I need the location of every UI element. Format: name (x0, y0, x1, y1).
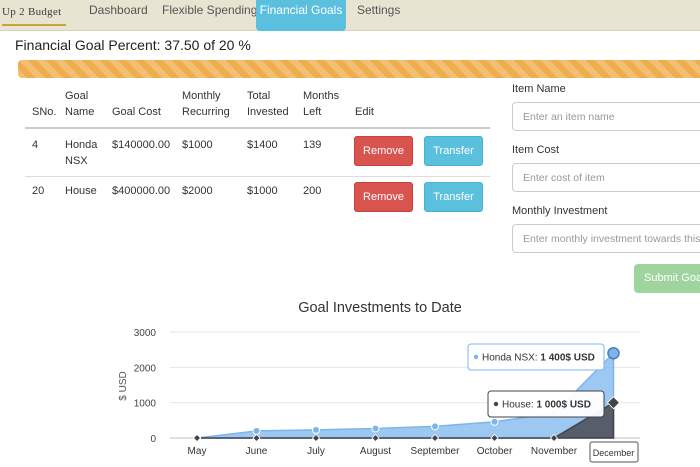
monthly-investment-label: Monthly Investment (512, 205, 608, 217)
chart-title: Goal Investments to Date (298, 300, 462, 316)
y-tick-label: 2000 (134, 363, 157, 374)
item-cost-input[interactable] (512, 163, 700, 192)
cell-monthly-recurring: $2000 (182, 185, 213, 197)
header-edit: Edit (355, 106, 374, 118)
x-tick-label: November (531, 446, 578, 457)
tooltip-series-name: Honda NSX: (482, 353, 540, 364)
table-header-divider (25, 127, 490, 129)
tooltip-series-value: 1 400$ USD (540, 353, 594, 364)
honda-data-point (312, 425, 320, 434)
goal-percent-heading: Financial Goal Percent: 37.50 of 20 % (15, 37, 251, 53)
item-name-input[interactable] (512, 102, 700, 131)
goal-progress-bar (18, 60, 700, 78)
cell-sno: 4 (32, 139, 39, 151)
tab-flexible-spendings[interactable]: Flexible Spendings (162, 0, 263, 31)
tooltip-series-name: House: (502, 400, 536, 411)
x-tick-label: July (307, 446, 325, 457)
honda-data-point (431, 422, 439, 431)
y-tick-label: 1000 (134, 399, 157, 410)
tooltip-series-dot (493, 401, 499, 407)
cell-goal-name: House (65, 185, 97, 197)
chart-tooltip-text: Honda NSX: 1 400$ USD (482, 353, 595, 364)
top-navbar: Up 2 Budget Dashboard Flexible Spendings… (0, 0, 700, 31)
header-total-invested: Total Invested (247, 90, 289, 118)
header-months-left: Months Left (303, 90, 340, 118)
item-name-label: Item Name (512, 83, 566, 95)
submit-goal-button[interactable]: Submit Goal (634, 264, 700, 293)
monthly-investment-input[interactable] (512, 224, 700, 253)
honda-data-point (607, 346, 620, 360)
tab-dashboard[interactable]: Dashboard (89, 0, 148, 31)
y-tick-label: 0 (150, 434, 156, 445)
tooltip-series-dot (473, 354, 479, 360)
x-tick-label: September (411, 446, 461, 457)
cell-total-invested: $1400 (247, 139, 278, 151)
cell-goal-name: Honda NSX (65, 139, 98, 167)
table-row-divider (25, 176, 490, 177)
cell-months-left: 200 (303, 185, 322, 197)
header-monthly-recurring: Monthly Recurring (182, 90, 230, 118)
x-tick-label: June (246, 446, 268, 457)
tab-settings[interactable]: Settings (357, 0, 400, 31)
chart-x-axis: May June July August September October Novembe… (188, 441, 639, 463)
chart-tooltip-text: House: 1 000$ USD (502, 400, 591, 411)
header-sno: SNo. (32, 106, 57, 118)
x-tick-label: December (593, 448, 635, 458)
x-tick-label: May (188, 446, 207, 457)
chart-tooltips: Honda NSX: 1 400$ USD House: 1 000$ USD (467, 343, 605, 418)
x-tick-label: August (360, 446, 391, 457)
x-tick-label: October (477, 446, 513, 457)
cell-goal-cost: $400000.00 (112, 185, 171, 197)
tab-financial-goals[interactable]: Financial Goals (256, 0, 346, 31)
cell-monthly-recurring: $1000 (182, 139, 213, 151)
remove-button[interactable]: Remove (354, 182, 413, 212)
goal-progress-fill (18, 60, 700, 78)
cell-months-left: 139 (303, 139, 322, 151)
honda-data-point (371, 424, 380, 433)
cell-goal-cost: $140000.00 (112, 139, 171, 151)
honda-data-point (252, 426, 261, 435)
cell-total-invested: $1000 (247, 185, 278, 197)
item-cost-label: Item Cost (512, 144, 560, 156)
brand-logo[interactable]: Up 2 Budget (2, 4, 66, 26)
y-tick-label: 3000 (134, 328, 157, 339)
cell-sno: 20 (32, 185, 45, 197)
remove-button[interactable]: Remove (354, 136, 413, 166)
transfer-button[interactable]: Transfer (424, 182, 483, 212)
goal-investments-chart: Goal Investments to Date $ USD 0 1000 2000… (118, 300, 640, 463)
header-goal-name: Goal Name (65, 90, 95, 118)
transfer-button[interactable]: Transfer (424, 136, 483, 166)
chart-y-axis-label: $ USD (118, 371, 129, 400)
header-goal-cost: Goal Cost (112, 106, 161, 118)
tooltip-series-value: 1 000$ USD (536, 400, 590, 411)
honda-data-point (490, 417, 499, 426)
